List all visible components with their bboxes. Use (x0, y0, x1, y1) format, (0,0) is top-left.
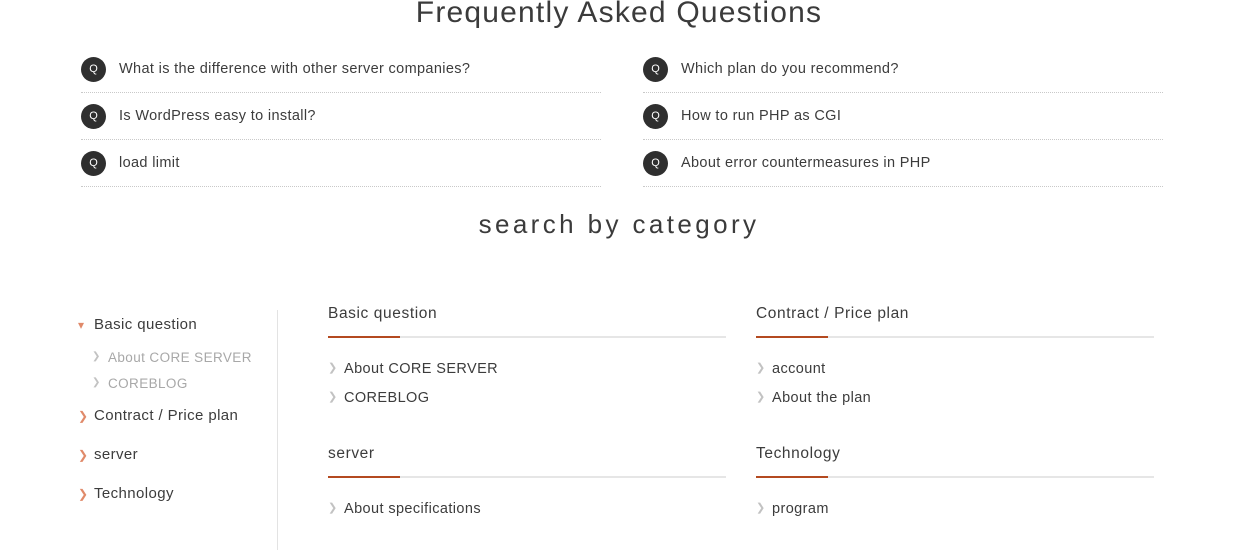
faq-question-text: Which plan do you recommend? (681, 61, 899, 77)
chevron-right-icon: ❯ (78, 447, 89, 462)
category-link-label: About specifications (344, 500, 481, 517)
sidebar-item-label: Technology (94, 485, 174, 502)
category-heading: Basic question (328, 305, 438, 322)
chevron-right-icon: ❯ (328, 362, 338, 374)
category-link[interactable]: ❯ account (756, 354, 1154, 383)
faq-question-text: What is the difference with other server… (119, 61, 471, 77)
faq-column-left: Q What is the difference with other serv… (81, 46, 601, 187)
faq-question-text: About error countermeasures in PHP (681, 155, 931, 171)
page-title: Frequently Asked Questions (415, 0, 823, 29)
faq-question-text: Is WordPress easy to install? (119, 108, 316, 124)
category-link[interactable]: ❯ COREBLOG (328, 383, 726, 412)
question-badge-icon: Q (81, 103, 106, 129)
chevron-right-icon: ❯ (328, 502, 338, 514)
category-columns: Basic question ❯ About CORE SERVER ❯ COR… (328, 305, 1168, 556)
chevron-right-icon: ❯ (756, 502, 766, 514)
sidebar-item-label: COREBLOG (108, 375, 188, 391)
sidebar-item-label: About CORE SERVER (108, 349, 252, 365)
chevron-down-icon: ▾ (78, 317, 85, 332)
sidebar-item-label: server (94, 446, 139, 463)
category-sidebar: ▾ Basic question ❯ About CORE SERVER ❯ C… (70, 305, 270, 513)
category-underline (756, 476, 1154, 478)
faq-list: Q What is the difference with other serv… (0, 46, 1238, 187)
category-underline (328, 476, 726, 478)
category-link-label: COREBLOG (344, 389, 430, 406)
sidebar-item-server[interactable]: ❯ server (70, 435, 270, 474)
chevron-right-icon: ❯ (756, 362, 766, 374)
category-link[interactable]: ❯ program (756, 494, 1154, 523)
category-underline (328, 336, 726, 338)
category-link[interactable]: ❯ About CORE SERVER (328, 354, 726, 383)
question-badge-icon: Q (643, 150, 668, 176)
category-block-contract-price-plan: Contract / Price plan ❯ account ❯ About … (756, 305, 1154, 412)
category-heading: Contract / Price plan (756, 305, 910, 322)
sidebar-subitem-coreblog[interactable]: ❯ COREBLOG (70, 370, 270, 396)
sidebar-item-label: Contract / Price plan (94, 407, 239, 424)
category-link[interactable]: ❯ About the plan (756, 383, 1154, 412)
category-link[interactable]: ❯ About specifications (328, 494, 726, 523)
sidebar-subitem-about-core-server[interactable]: ❯ About CORE SERVER (70, 344, 270, 370)
chevron-right-icon: ❯ (92, 377, 101, 388)
sidebar-item-technology[interactable]: ❯ Technology (70, 474, 270, 513)
category-block-technology: Technology ❯ program (756, 445, 1154, 523)
category-block-server: server ❯ About specifications (328, 445, 726, 523)
category-heading: Technology (756, 445, 841, 462)
category-link-label: account (772, 360, 826, 377)
question-badge-icon: Q (81, 150, 106, 176)
faq-column-right: Q Which plan do you recommend? Q How to … (643, 46, 1163, 187)
sidebar-item-basic-question[interactable]: ▾ Basic question (70, 305, 270, 344)
chevron-right-icon: ❯ (78, 486, 89, 501)
chevron-right-icon: ❯ (78, 408, 89, 423)
section-title-search-by-category: search by category (478, 209, 760, 239)
faq-item[interactable]: Q How to run PHP as CGI (643, 93, 1163, 140)
sidebar-item-contract-price-plan[interactable]: ❯ Contract / Price plan (70, 396, 270, 435)
sidebar-item-label: Basic question (94, 316, 198, 333)
sidebar-divider (277, 310, 278, 550)
category-link-label: About CORE SERVER (344, 360, 499, 377)
chevron-right-icon: ❯ (328, 391, 338, 403)
faq-item[interactable]: Q What is the difference with other serv… (81, 46, 601, 93)
chevron-right-icon: ❯ (756, 391, 766, 403)
faq-item[interactable]: Q About error countermeasures in PHP (643, 140, 1163, 187)
category-heading: server (328, 445, 375, 462)
category-link-label: About the plan (772, 389, 872, 406)
faq-question-text: load limit (119, 155, 180, 171)
category-underline (756, 336, 1154, 338)
question-badge-icon: Q (643, 103, 668, 129)
question-badge-icon: Q (643, 56, 668, 82)
category-browser: ▾ Basic question ❯ About CORE SERVER ❯ C… (0, 305, 1238, 550)
faq-item[interactable]: Q Which plan do you recommend? (643, 46, 1163, 93)
question-badge-icon: Q (81, 56, 106, 82)
category-link-label: program (772, 500, 829, 517)
faq-item[interactable]: Q Is WordPress easy to install? (81, 93, 601, 140)
chevron-right-icon: ❯ (92, 351, 101, 362)
faq-question-text: How to run PHP as CGI (681, 108, 842, 124)
category-block-basic-question: Basic question ❯ About CORE SERVER ❯ COR… (328, 305, 726, 412)
faq-item[interactable]: Q load limit (81, 140, 601, 187)
